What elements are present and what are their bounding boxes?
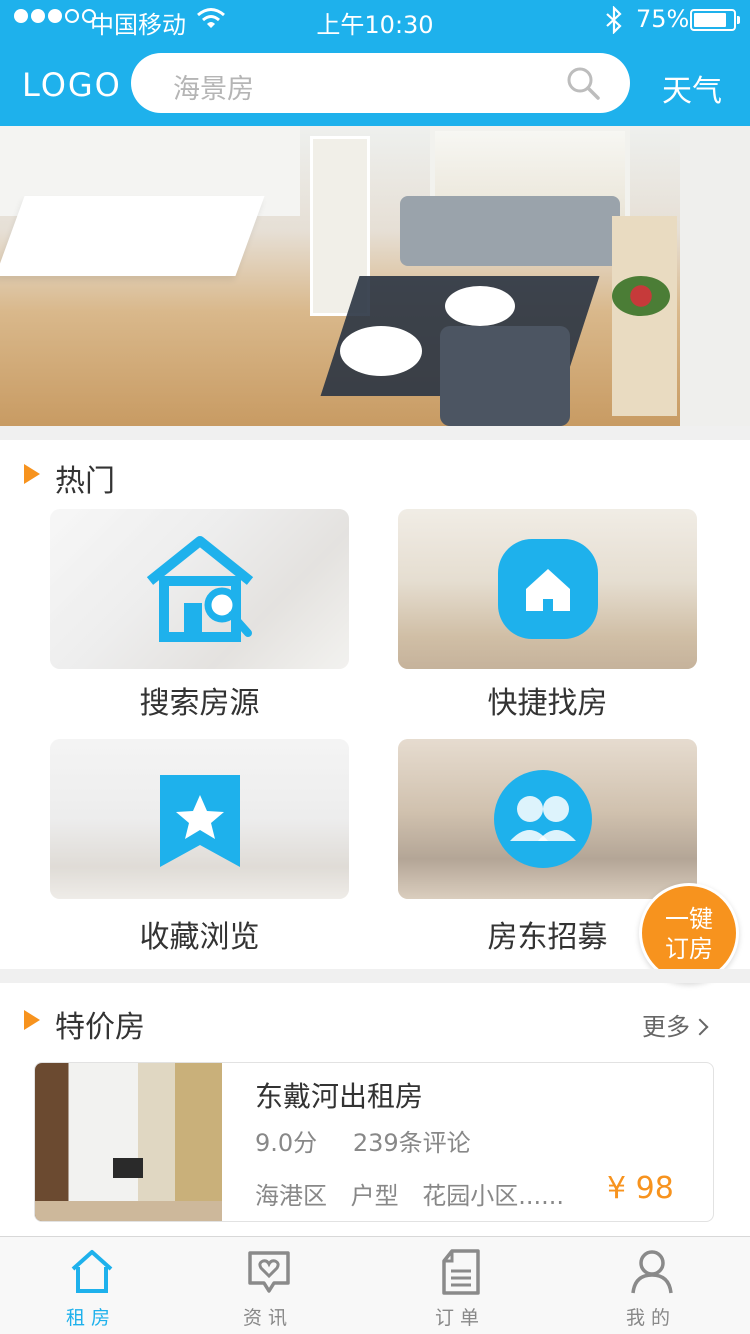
section-divider: [0, 969, 750, 983]
bottom-tab-bar: 租房 资讯 订单 我的: [0, 1236, 750, 1334]
battery-icon: [690, 9, 740, 31]
listing-score: 9.0分: [255, 1129, 318, 1157]
people-circle-icon: [494, 770, 592, 868]
tile-label[interactable]: 搜索房源: [50, 678, 349, 722]
hot-section-title: 热门: [55, 464, 115, 499]
special-section-title: 特价房: [55, 1010, 145, 1045]
chevron-right-icon: [691, 1018, 709, 1036]
tab-rent[interactable]: 租房: [31, 1237, 151, 1334]
user-icon: [631, 1250, 673, 1294]
section-marker-icon: [24, 464, 40, 484]
tab-label: 我的: [625, 1307, 676, 1329]
listing-district: 海港区: [255, 1182, 327, 1210]
tile-label[interactable]: 收藏浏览: [50, 912, 349, 956]
listing-reviews: 239条评论: [352, 1129, 471, 1157]
more-label: 更多: [642, 1013, 690, 1041]
tab-label: 租房: [65, 1307, 116, 1329]
tab-news[interactable]: 资讯: [208, 1237, 328, 1334]
status-bar: 中国移动 上午10:30 75%: [0, 0, 750, 40]
listing-thumbnail: [35, 1063, 222, 1221]
battery-percent: 75%: [636, 5, 690, 33]
listing-title: 东戴河出租房: [255, 1080, 424, 1113]
tab-label: 订单: [434, 1307, 485, 1329]
tab-label: 资讯: [242, 1307, 293, 1329]
more-link[interactable]: 更多: [642, 1007, 709, 1042]
document-icon: [442, 1249, 480, 1295]
listing-card[interactable]: 东戴河出租房 9.0分 239条评论 海港区 户型 花园小区...... ¥ 9…: [34, 1062, 714, 1222]
header: 中国移动 上午10:30 75% LOGO 海景房 天气: [0, 0, 750, 126]
tile-search-listings[interactable]: [50, 509, 349, 669]
section-marker-icon: [24, 1010, 40, 1030]
tab-orders[interactable]: 订单: [400, 1237, 520, 1334]
tab-profile[interactable]: 我的: [591, 1237, 711, 1334]
tile-quick-find[interactable]: [398, 509, 697, 669]
fab-line-2: 订房: [665, 935, 713, 963]
fab-line-1: 一键: [665, 905, 713, 933]
home-icon: [71, 1250, 113, 1293]
bookmark-star-icon: [160, 775, 240, 867]
message-heart-icon: [248, 1251, 290, 1293]
tile-label[interactable]: 快捷找房: [398, 678, 697, 722]
listing-meta: 9.0分 239条评论: [255, 1123, 499, 1158]
listing-price: ¥ 98: [607, 1171, 674, 1206]
listing-address: 海港区 户型 花园小区......: [255, 1176, 580, 1211]
weather-button[interactable]: 天气: [662, 66, 722, 110]
one-click-book-button[interactable]: 一键 订房: [639, 883, 739, 983]
tile-landlord-recruit[interactable]: [398, 739, 697, 899]
house-circle-icon: [498, 539, 598, 639]
section-divider: [0, 426, 750, 440]
hero-banner-image[interactable]: [0, 126, 750, 426]
house-search-icon: [146, 536, 254, 642]
tile-favorites[interactable]: [50, 739, 349, 899]
listing-community: 花园小区......: [422, 1182, 565, 1210]
bluetooth-icon: [606, 6, 622, 34]
app-logo[interactable]: LOGO: [22, 66, 122, 104]
search-placeholder: 海景房: [173, 74, 254, 105]
search-input[interactable]: 海景房: [131, 53, 630, 113]
listing-layout: 户型: [350, 1182, 399, 1210]
search-icon[interactable]: [566, 66, 600, 100]
